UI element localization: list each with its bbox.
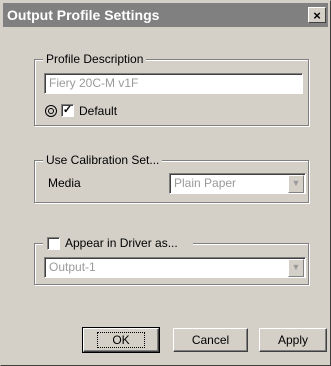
profile-description-field[interactable]: Fiery 20C-M v1F bbox=[44, 73, 303, 94]
close-icon: × bbox=[313, 8, 321, 23]
profile-description-value: Fiery 20C-M v1F bbox=[49, 76, 139, 90]
media-select[interactable]: Plain Paper ▼ bbox=[169, 173, 306, 194]
driver-name-select[interactable]: Output-1 ▼ bbox=[44, 257, 306, 278]
driver-legend: Appear in Driver as... bbox=[65, 236, 178, 250]
cancel-button[interactable]: Cancel bbox=[173, 328, 248, 352]
default-label: Default bbox=[79, 104, 118, 118]
output-profile-dialog: Output Profile Settings × Profile Descri… bbox=[0, 0, 331, 366]
chevron-down-icon[interactable]: ▼ bbox=[288, 175, 304, 193]
default-checkbox[interactable]: ✓ bbox=[61, 104, 74, 117]
chevron-down-icon[interactable]: ▼ bbox=[288, 259, 304, 277]
media-label: Media bbox=[48, 176, 81, 190]
media-value: Plain Paper bbox=[174, 176, 237, 190]
target-icon bbox=[45, 105, 57, 117]
calibration-legend: Use Calibration Set... bbox=[43, 153, 163, 167]
apply-button[interactable]: Apply bbox=[259, 328, 327, 352]
title-bar: Output Profile Settings × bbox=[3, 3, 328, 27]
cancel-label: Cancel bbox=[191, 333, 230, 347]
window-title: Output Profile Settings bbox=[7, 7, 160, 23]
ok-label: OK bbox=[97, 332, 145, 348]
appear-in-driver-checkbox[interactable] bbox=[47, 237, 60, 250]
driver-name-value: Output-1 bbox=[49, 260, 96, 274]
profile-description-legend: Profile Description bbox=[43, 52, 147, 66]
ok-button[interactable]: OK bbox=[82, 327, 160, 353]
apply-label: Apply bbox=[277, 333, 309, 347]
close-button[interactable]: × bbox=[308, 7, 326, 23]
